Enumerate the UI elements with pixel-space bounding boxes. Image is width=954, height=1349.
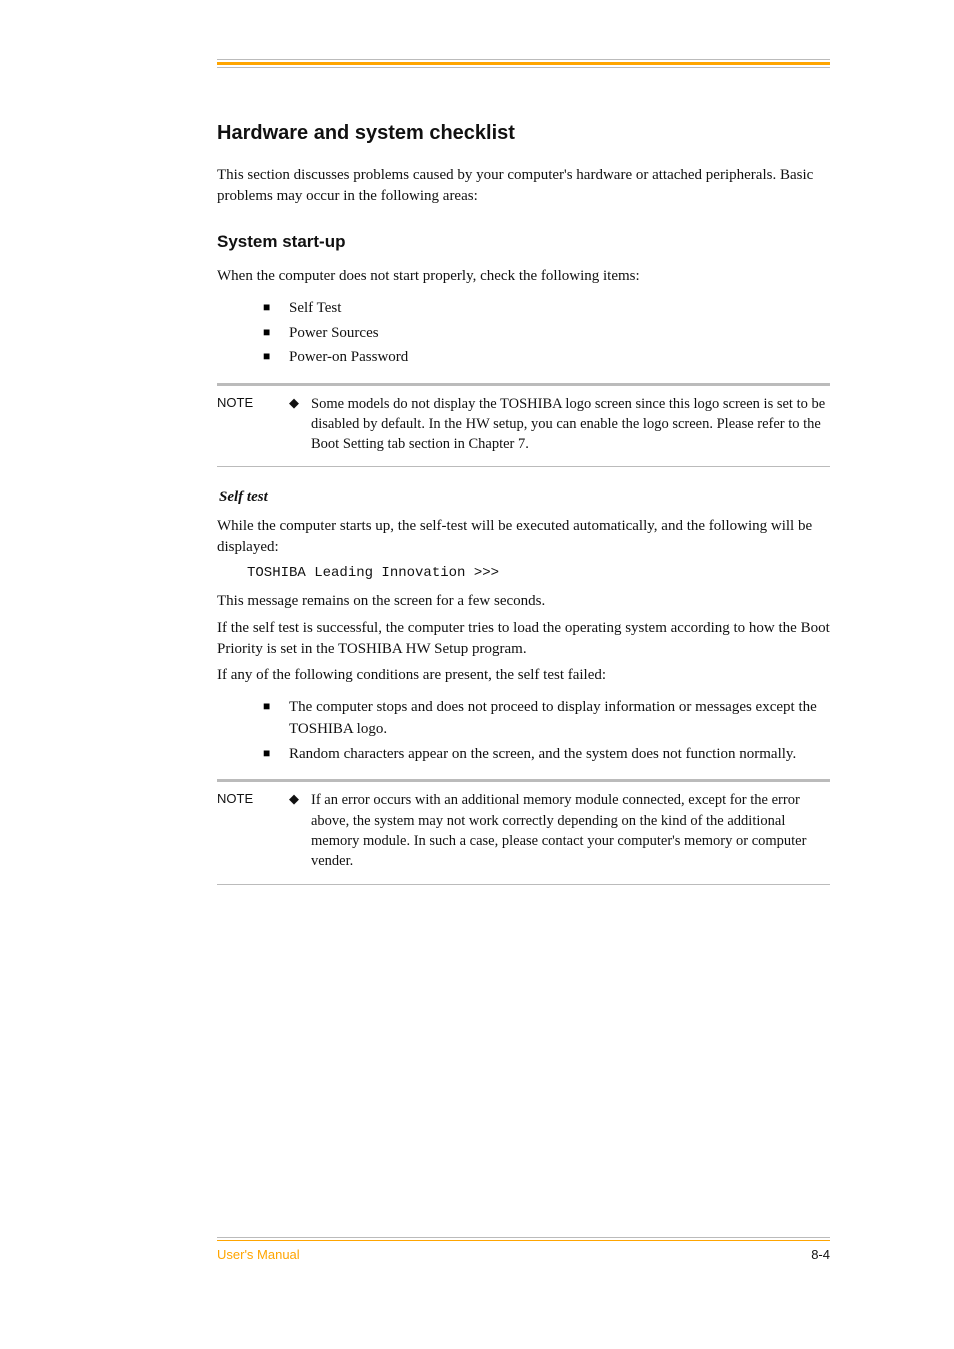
diamond-bullet-icon: ◆ <box>289 790 311 871</box>
paragraph-startup: When the computer does not start properl… <box>217 266 830 287</box>
footer-left-label: User's Manual <box>217 1247 300 1262</box>
paragraph: If any of the following conditions are p… <box>217 665 830 686</box>
list-item: The computer stops and does not proceed … <box>263 696 830 741</box>
heading-hardware-checklist: Hardware and system checklist <box>217 122 830 145</box>
callout-label: NOTE <box>217 790 289 871</box>
paragraph-intro: This section discusses problems caused b… <box>217 165 830 206</box>
paragraph: While the computer starts up, the self-t… <box>217 516 830 557</box>
list-startup-items: Self Test Power Sources Power-on Passwor… <box>217 297 830 369</box>
heading-self-test: Self test <box>219 489 830 506</box>
list-item: Power-on Password <box>263 346 830 369</box>
diamond-bullet-icon: ◆ <box>289 394 311 455</box>
toshiba-logo-text: TOSHIBA Leading Innovation >>> <box>247 564 830 583</box>
paragraph: This message remains on the screen for a… <box>217 591 830 612</box>
paragraph: If the self test is successful, the comp… <box>217 618 830 659</box>
heading-system-startup: System start-up <box>217 232 830 252</box>
callout-text: If an error occurs with an additional me… <box>311 790 830 871</box>
callout-label: NOTE <box>217 394 289 455</box>
list-item: Self Test <box>263 297 830 320</box>
list-selftest-fail: The computer stops and does not proceed … <box>217 696 830 766</box>
callout-text: Some models do not display the TOSHIBA l… <box>311 394 830 455</box>
footer-page-number: 8-4 <box>811 1247 830 1262</box>
list-item: Random characters appear on the screen, … <box>263 743 830 766</box>
footer-rule <box>217 1237 830 1241</box>
note-callout: NOTE ◆ Some models do not display the TO… <box>217 383 830 468</box>
note-callout: NOTE ◆ If an error occurs with an additi… <box>217 779 830 884</box>
header-rule <box>217 59 830 68</box>
list-item: Power Sources <box>263 322 830 345</box>
